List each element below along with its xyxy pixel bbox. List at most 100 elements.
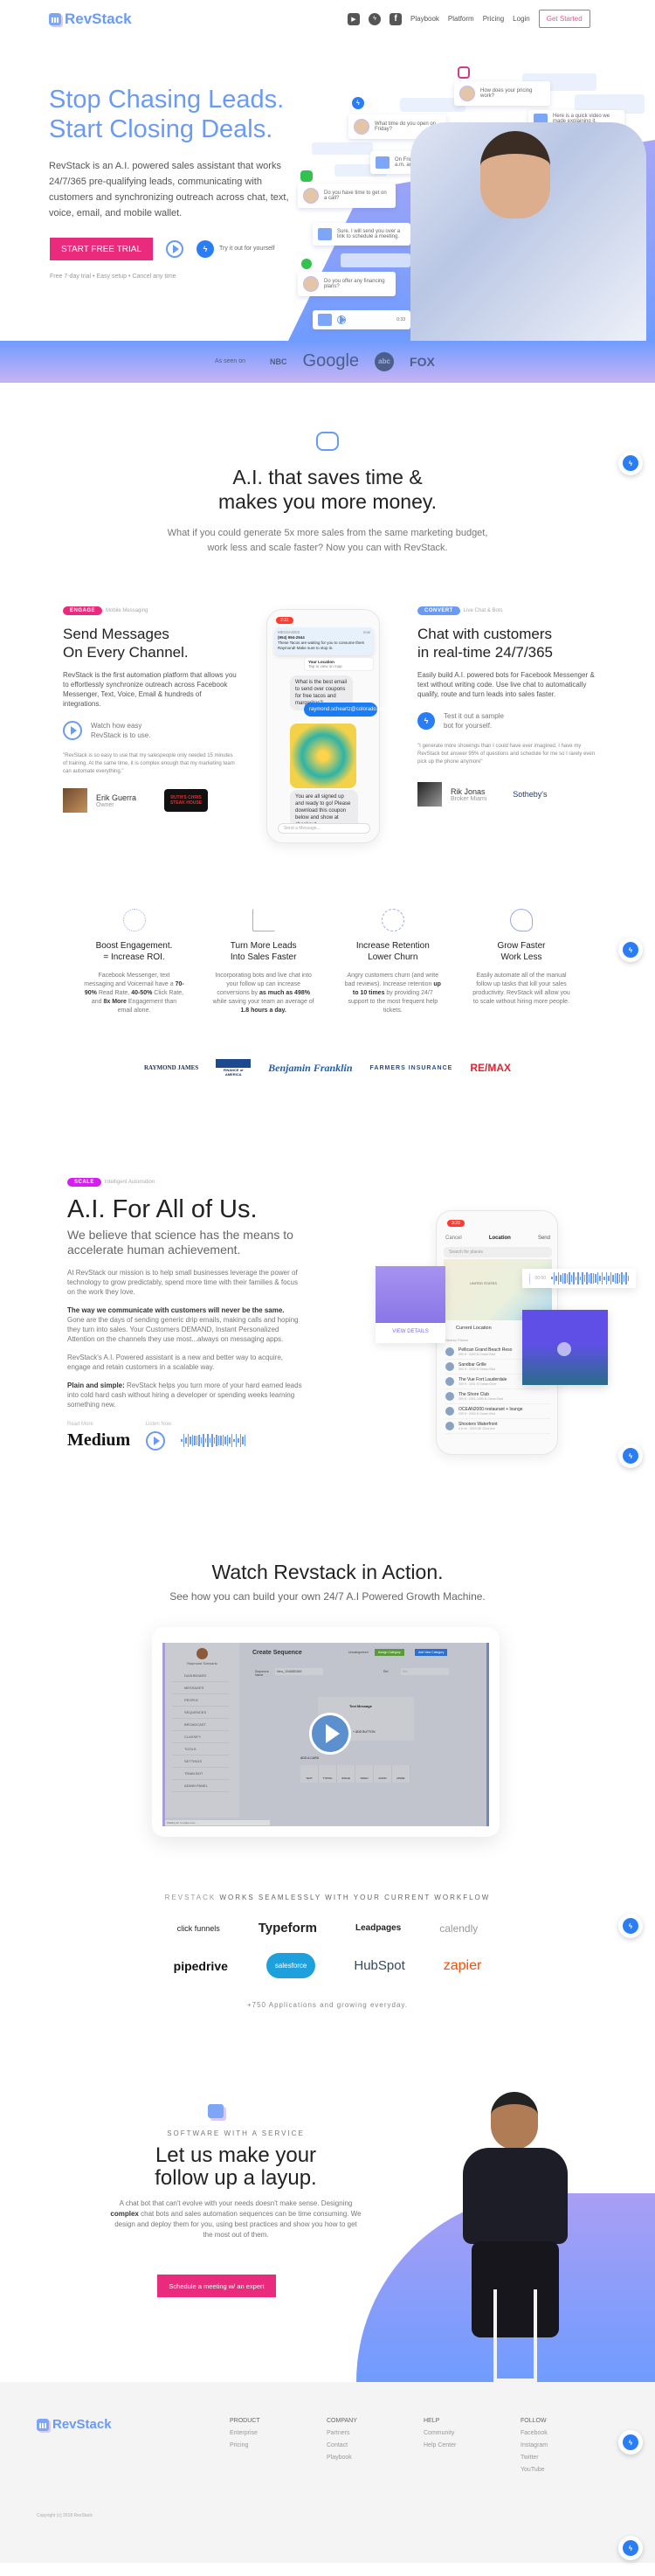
facebook-icon[interactable]: f [390,12,402,25]
waveform-bar [582,1271,583,1285]
card-type-option[interactable]: VIDEO [355,1765,374,1783]
listen-play-button[interactable] [146,1430,166,1451]
footer-link[interactable]: Instagram [521,2442,548,2448]
convert-quote: "I generate more showings than I could h… [417,744,596,765]
chat-card: Do you have time to get on a call? [298,184,396,208]
sequence-name-input[interactable]: New_1546883369 [275,1668,323,1675]
app-menu-item[interactable]: TOOLS [172,1743,229,1755]
messenger-chat-button[interactable]: ϟ [618,1444,643,1468]
scale-column: SCALE Intelligent Automation A.I. For All… [67,1172,303,1451]
nav-link-pricing[interactable]: Pricing [483,15,504,23]
search-places-input[interactable]: Search for places [444,1247,552,1257]
messenger-chat-button[interactable]: ϟ [618,451,643,475]
waveform-bar [244,1435,246,1446]
waveform-bar [605,1271,607,1285]
messenger-chat-button[interactable]: ϟ [618,2430,643,2455]
footer-link[interactable]: Contact [327,2442,357,2448]
footer-link[interactable]: Help Center [424,2442,456,2448]
waveform-bar [555,1275,557,1282]
play-icon [337,315,346,324]
app-menu-item[interactable]: ADMIN PANEL [172,1780,229,1792]
cancel-button[interactable]: Cancel [445,1236,462,1241]
nav-link-login[interactable]: Login [513,15,530,23]
view-details-button[interactable]: VIEW DETAILS [376,1329,445,1334]
chat-card: Sure. I will send you over a link to sch… [313,223,410,246]
app-menu-item[interactable]: BROADCAST [172,1719,229,1731]
copyright: Copyright (c) 2018 RevStack [37,2513,93,2518]
footer-link[interactable]: Enterprise [230,2430,260,2436]
waveform-bar [211,1434,213,1447]
schedule-meeting-button[interactable]: Schedule a meeting w/ an expert [157,2275,276,2297]
try-it-link[interactable]: Try it out for yourself [219,246,275,252]
waveform-bar [207,1434,209,1447]
bot-icon [318,228,332,240]
footer-link[interactable]: Partners [327,2430,357,2436]
growth-chart-icon [252,909,275,931]
scale-p3: RevStack's A.I. Powered assistant is a n… [67,1354,283,1371]
bot-icon [376,156,390,169]
waveform-bar [194,1435,196,1446]
app-menu-item[interactable]: TRAIN BOT [172,1768,229,1780]
youtube-icon[interactable]: ▶ [348,12,360,25]
avatar [354,119,369,135]
message-input[interactable]: Send a Message... [278,823,370,834]
footer-link[interactable]: Playbook [327,2455,357,2461]
watch-video-link[interactable]: Watch how easy RevStack is to use. [63,721,238,740]
footer-link[interactable]: Community [424,2430,456,2436]
footer-link[interactable]: YouTube [521,2467,548,2473]
card-type-option[interactable]: AUDIO [374,1765,392,1783]
current-location[interactable]: Current Location [456,1326,492,1331]
location-card: Your Location Tap to view on map [304,657,374,671]
start-free-trial-button[interactable]: START FREE TRIAL [50,238,153,260]
app-menu-item[interactable]: DASHBOARD [172,1670,229,1682]
messenger-icon[interactable]: ϟ [369,12,381,25]
send-button[interactable]: Send [538,1236,550,1241]
get-started-button[interactable]: Get Started [538,10,590,28]
card-type-option[interactable]: TEXT [300,1765,319,1783]
place-item[interactable]: The Shore Club 390 ft · 1901-1905 N Ocean… [445,1389,550,1404]
app-menu-item[interactable]: SETTINGS [172,1755,229,1768]
card-type-option[interactable]: TYPING [319,1765,337,1783]
messenger-icon[interactable]: ϟ [196,240,214,258]
messenger-icon: ϟ [352,97,364,109]
bot-icon [318,314,332,326]
app-menu-item[interactable]: SEQUENCES [172,1707,229,1719]
video-message-card[interactable] [522,1310,608,1385]
add-category-button[interactable]: Add New Category [415,1649,448,1656]
messenger-chat-button[interactable]: ϟ [618,1914,643,1938]
product-card[interactable]: VIEW DETAILS [376,1266,445,1343]
footer-link[interactable]: Twitter [521,2455,548,2461]
video-play-button[interactable] [309,1713,351,1755]
brand-logo[interactable]: RevStack [49,10,132,28]
app-menu-item[interactable]: CLASSIFY [172,1731,229,1743]
footer-link[interactable]: Facebook [521,2430,548,2436]
waveform-bar [577,1271,579,1285]
nearby-label: Nearby Places [445,1338,469,1342]
imessage-icon [300,170,313,182]
assign-category-button[interactable]: Assign Category [375,1649,404,1656]
messenger-chat-button[interactable]: ϟ [618,938,643,962]
nav-link-playbook[interactable]: Playbook [410,15,439,23]
messenger-icon: ϟ [623,942,638,958]
card-type-option[interactable]: MORE [392,1765,410,1783]
test-bot-link[interactable]: ϟ Test it out a sample bot for yourself. [417,711,601,731]
app-menu-item[interactable]: PEOPLE [172,1694,229,1707]
nav-link-platform[interactable]: Platform [448,15,474,23]
card-type-option[interactable]: IMAGE [337,1765,355,1783]
ref-input[interactable]: Ref [401,1668,449,1675]
person-name: Erik Guerra [96,793,137,802]
waveform-bar [209,1438,211,1443]
waveform-bar [196,1436,198,1445]
as-seen-on-bar: As seen on NBC Google abc FOX [0,341,655,383]
footer-link[interactable]: Pricing [230,2442,260,2448]
place-item[interactable]: Shooters Waterfront 0.8 mi · 3033 NE 32nd… [445,1419,550,1434]
medium-link[interactable]: Medium [67,1430,130,1451]
footer-logo[interactable]: RevStack [37,2417,112,2432]
laptop-mockup: Raymond Schwartz DASHBOARD MESSAGES PEOPLE… [152,1627,500,1837]
play-video-icon[interactable] [166,240,183,258]
place-item[interactable]: OCEAN2000 restaurant + lounge 290 ft · 20… [445,1404,550,1419]
waveform-bar [570,1275,572,1282]
app-menu-item[interactable]: MESSAGES [172,1682,229,1694]
play-icon [63,721,82,740]
messenger-chat-button[interactable]: ϟ [618,2536,643,2560]
